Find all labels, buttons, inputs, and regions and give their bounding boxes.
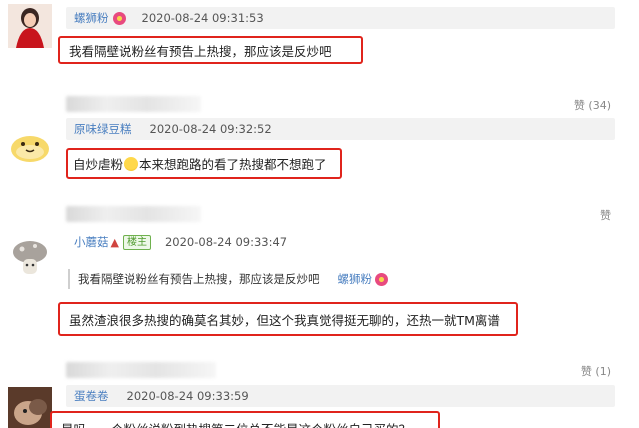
timestamp: 2020-08-24 09:33:59 [126, 389, 249, 403]
comment-meta: 小蘑菇 ▲ 楼主 2020-08-24 09:33:47 [74, 233, 287, 251]
flower-badge-icon [112, 11, 126, 25]
blurred-reply-bar [66, 362, 216, 378]
timestamp: 2020-08-24 09:31:53 [141, 11, 264, 25]
comment-meta: 原味绿豆糕 2020-08-24 09:32:52 [74, 120, 272, 138]
like-button[interactable]: 赞 [600, 207, 611, 223]
grin-emoji-icon [124, 156, 139, 171]
username[interactable]: 小蘑菇 [74, 234, 109, 250]
avatar[interactable] [8, 235, 52, 279]
mushroom-icon: ▲ [110, 235, 119, 249]
avatar[interactable] [8, 122, 52, 166]
comment-text: 自炒虐粉 本来想跑路的看了热搜都不想跑了 [66, 148, 342, 179]
comment-text-content: 虽然渣浪很多热搜的确莫名其妙，但这个我真觉得挺无聊的，还热一就TM离谱 [69, 312, 500, 328]
comment-text: 是吗，一个粉丝说粉到热搜第二位总不能是这个粉丝自己买的？ [50, 411, 440, 428]
blurred-reply-bar [66, 206, 201, 222]
flower-badge-icon [375, 272, 388, 286]
comment-text-content: 是吗，一个粉丝说粉到热搜第二位总不能是这个粉丝自己买的？ [61, 419, 411, 428]
comment-text: 虽然渣浪很多热搜的确莫名其妙，但这个我真觉得挺无聊的，还热一就TM离谱 [58, 302, 518, 336]
username[interactable]: 原味绿豆糕 [74, 121, 132, 137]
comment-meta: 蛋卷卷 2020-08-24 09:33:59 [74, 387, 249, 405]
blurred-reply-bar [66, 96, 201, 112]
like-button[interactable]: 赞 (1) [581, 363, 611, 379]
timestamp: 2020-08-24 09:33:47 [164, 235, 288, 249]
comment-meta: 螺狮粉 2020-08-24 09:31:53 [74, 9, 264, 27]
comment-text-part: 本来想跑路的看了热搜都不想跑了 [139, 157, 327, 172]
owner-badge: 楼主 [122, 234, 151, 250]
quoted-text: 我看隔壁说粉丝有预告上热搜，那应该是反炒吧 [78, 272, 320, 286]
username[interactable]: 螺狮粉 [74, 10, 109, 26]
comment-text: 我看隔壁说粉丝有预告上热搜，那应该是反炒吧 [58, 36, 363, 64]
quoted-reply: 我看隔壁说粉丝有预告上热搜，那应该是反炒吧 螺狮粉 [68, 269, 388, 289]
quoted-username[interactable]: 螺狮粉 [338, 271, 373, 287]
username[interactable]: 蛋卷卷 [74, 388, 109, 404]
avatar[interactable] [8, 4, 52, 48]
like-button[interactable]: 赞 (34) [574, 97, 611, 113]
avatar[interactable] [8, 387, 52, 428]
timestamp: 2020-08-24 09:32:52 [149, 122, 272, 136]
comment-text-part: 自炒虐粉 [73, 157, 124, 172]
comment-text-content: 我看隔壁说粉丝有预告上热搜，那应该是反炒吧 [69, 43, 332, 59]
